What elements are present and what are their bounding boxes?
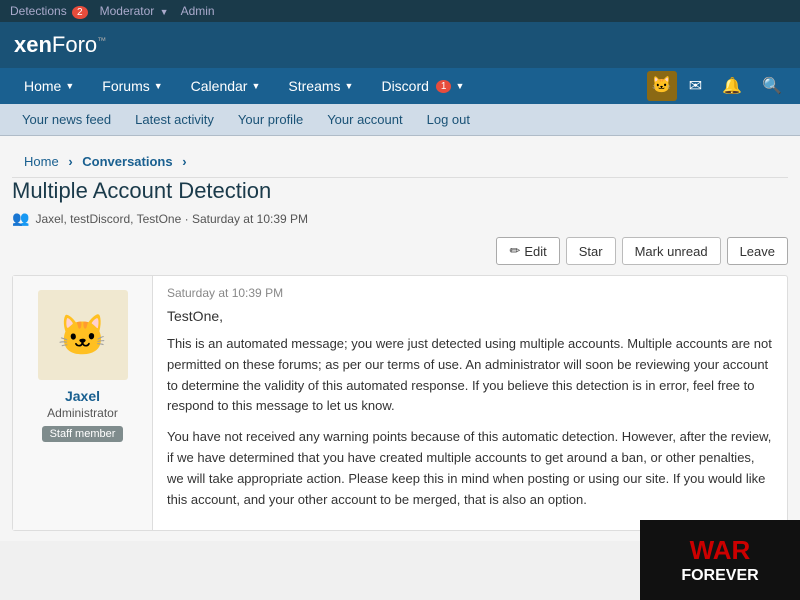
leave-button[interactable]: Leave — [727, 237, 788, 265]
message-paragraph-1: This is an automated message; you were j… — [167, 334, 773, 417]
site-logo[interactable]: xenForo™ — [14, 32, 106, 58]
breadcrumb-separator-1: › — [68, 154, 72, 169]
discord-badge: 1 — [436, 80, 452, 93]
admin-bar: Detections 2 Moderator ▼ Admin — [0, 0, 800, 22]
message-greeting: TestOne, — [167, 308, 773, 324]
subnav-your-account[interactable]: Your account — [315, 104, 414, 135]
message-text: This is an automated message; you were j… — [167, 334, 773, 510]
nav-forums[interactable]: Forums ▼ — [88, 68, 176, 104]
participants-icon: 👥 — [12, 210, 29, 227]
pencil-icon: ✏ — [509, 243, 520, 259]
subnav-news-feed[interactable]: Your news feed — [10, 104, 123, 135]
admin-link[interactable]: Admin — [181, 4, 215, 18]
discord-dropdown-arrow: ▼ — [455, 81, 464, 91]
avatar-image: 🐱 — [38, 290, 128, 380]
watermark-text: WAR FOREVER — [681, 535, 758, 585]
author-role: Administrator — [47, 406, 118, 420]
forums-dropdown-arrow: ▼ — [154, 81, 163, 91]
detections-badge: 2 — [72, 6, 88, 19]
message-container: 🐱 Jaxel Administrator Staff member Satur… — [12, 275, 788, 531]
nav-icons: 🐱 ✉ 🔔 🔍 — [647, 70, 790, 102]
participants-list: Jaxel, testDiscord, TestOne · Saturday a… — [35, 212, 308, 226]
streams-dropdown-arrow: ▼ — [345, 81, 354, 91]
logo-xen: xen — [14, 32, 52, 57]
logo-bar: xenForo™ — [0, 22, 800, 68]
watermark-war: WAR — [681, 535, 758, 566]
edit-button[interactable]: ✏ Edit — [496, 237, 559, 265]
messages-icon[interactable]: ✉ — [681, 70, 710, 102]
breadcrumb-separator-2: › — [182, 154, 186, 169]
detections-link[interactable]: Detections 2 — [10, 4, 88, 18]
staff-badge: Staff member — [42, 426, 124, 442]
logo-foro: Foro — [52, 32, 97, 57]
alerts-icon[interactable]: 🔔 — [714, 70, 750, 102]
moderator-menu[interactable]: Moderator ▼ — [100, 4, 169, 18]
user-avatar-nav[interactable]: 🐱 — [647, 71, 677, 101]
main-navigation: Home ▼ Forums ▼ Calendar ▼ Streams ▼ Dis… — [0, 68, 800, 104]
page-content: Home › Conversations › Multiple Account … — [0, 136, 800, 541]
message-body: Saturday at 10:39 PM TestOne, This is an… — [153, 276, 787, 530]
subnav-your-profile[interactable]: Your profile — [226, 104, 315, 135]
message-sidebar: 🐱 Jaxel Administrator Staff member — [13, 276, 153, 530]
author-username[interactable]: Jaxel — [65, 388, 100, 404]
nav-streams[interactable]: Streams ▼ — [274, 68, 367, 104]
home-dropdown-arrow: ▼ — [65, 81, 74, 91]
moderator-dropdown-arrow: ▼ — [160, 7, 169, 17]
subnav-log-out[interactable]: Log out — [415, 104, 482, 135]
logo-tm: ™ — [97, 36, 106, 46]
breadcrumb-home[interactable]: Home — [24, 154, 59, 169]
nav-discord[interactable]: Discord 1 ▼ — [367, 68, 478, 104]
mark-unread-button[interactable]: Mark unread — [622, 237, 721, 265]
nav-items: Home ▼ Forums ▼ Calendar ▼ Streams ▼ Dis… — [10, 68, 647, 104]
subnav-latest-activity[interactable]: Latest activity — [123, 104, 226, 135]
action-bar: ✏ Edit Star Mark unread Leave — [12, 237, 788, 265]
breadcrumb-conversations[interactable]: Conversations — [82, 154, 172, 169]
conversation-meta: 👥 Jaxel, testDiscord, TestOne · Saturday… — [12, 210, 788, 227]
search-icon[interactable]: 🔍 — [754, 70, 790, 102]
author-avatar: 🐱 — [38, 290, 128, 380]
nav-calendar[interactable]: Calendar ▼ — [177, 68, 275, 104]
calendar-dropdown-arrow: ▼ — [251, 81, 260, 91]
page-title: Multiple Account Detection — [12, 178, 788, 204]
message-timestamp: Saturday at 10:39 PM — [167, 286, 773, 300]
sub-navigation: Your news feed Latest activity Your prof… — [0, 104, 800, 136]
watermark-overlay: WAR FOREVER — [640, 520, 800, 600]
breadcrumb: Home › Conversations › — [12, 146, 788, 178]
message-paragraph-2: You have not received any warning points… — [167, 427, 773, 510]
watermark-forever: FOREVER — [681, 566, 758, 585]
star-button[interactable]: Star — [566, 237, 616, 265]
nav-home[interactable]: Home ▼ — [10, 68, 88, 104]
